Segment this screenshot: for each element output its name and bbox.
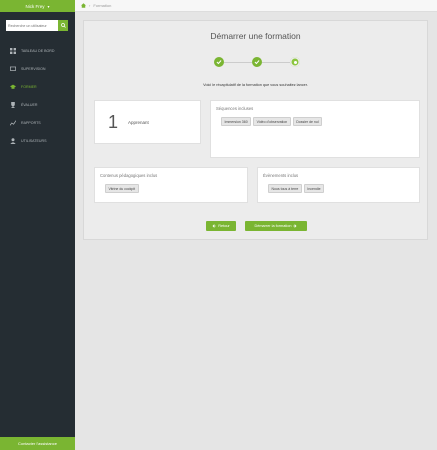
- back-button[interactable]: Retour: [206, 221, 236, 231]
- sidebar-item-label: Utilisateurs: [21, 139, 47, 143]
- search-icon: [60, 23, 66, 28]
- check-icon: [216, 60, 222, 65]
- breadcrumb: › Formation: [75, 0, 437, 12]
- events-title: Évènements inclus: [263, 173, 299, 178]
- page-title: Démarrer une formation: [210, 31, 301, 41]
- sequences-title: Séquences incluses: [216, 106, 254, 111]
- sequences-tags: Immersion 360 Vidéo d'observation Dossie…: [221, 117, 323, 126]
- user-icon: [10, 138, 16, 144]
- sidebar: Nick Frey ▾ Tableau de bord Supervision …: [0, 0, 75, 450]
- back-button-label: Retour: [218, 224, 230, 228]
- chevron-down-icon: ▾: [47, 3, 50, 9]
- sidebar-item-rapports[interactable]: Rapports: [0, 114, 75, 132]
- monitor-icon: [10, 66, 16, 71]
- trophy-icon: [11, 102, 15, 108]
- sidebar-item-former[interactable]: Former: [0, 78, 75, 96]
- start-training-panel: Démarrer une formation Voici le récapitu…: [83, 20, 428, 240]
- pedagogical-tag: Vitrine du cockpit: [105, 184, 139, 193]
- stepper-line: [224, 61, 252, 63]
- start-training-button[interactable]: Démarrer la formation: [245, 221, 307, 231]
- sequence-tag: Dossier de nul: [292, 117, 323, 126]
- check-icon: [254, 60, 260, 65]
- search-input[interactable]: [6, 20, 58, 31]
- breadcrumb-current: Formation: [93, 3, 112, 8]
- sidebar-item-supervision[interactable]: Supervision: [0, 60, 75, 78]
- arrow-right-icon: [293, 224, 297, 228]
- home-icon[interactable]: [81, 3, 86, 8]
- sidebar-item-label: Rapports: [21, 121, 41, 125]
- user-name: Nick Frey: [25, 3, 45, 9]
- event-tag: Incendie: [303, 184, 325, 193]
- learners-count: 1: [108, 112, 119, 132]
- breadcrumb-separator: ›: [89, 3, 91, 8]
- step-current-dot: [293, 60, 297, 64]
- sidebar-nav: Tableau de bord Supervision Former Évalu…: [0, 42, 75, 150]
- pedagogical-card: Contenus pédagogiques inclus Vitrine du …: [94, 167, 248, 203]
- learners-card: 1 Apprenant: [94, 100, 201, 144]
- sequence-tag: Vidéo d'observation: [253, 117, 291, 126]
- sidebar-item-label: Évaluer: [21, 103, 38, 107]
- learners-label: Apprenant: [128, 120, 149, 125]
- events-tags: Nous tous à terre Incendie: [268, 184, 325, 193]
- pedagogical-title: Contenus pédagogiques inclus: [100, 173, 158, 178]
- sidebar-item-dashboard[interactable]: Tableau de bord: [0, 42, 75, 60]
- sidebar-item-label: Supervision: [21, 67, 46, 71]
- sidebar-item-label: Former: [21, 85, 37, 89]
- step-1-completed: [214, 57, 224, 67]
- stepper-line: [262, 61, 290, 63]
- search-button[interactable]: [58, 20, 68, 31]
- recap-text: Voici le récapitulatif de la formation q…: [203, 83, 308, 87]
- events-card: Évènements inclus Nous tous à terre Ince…: [257, 167, 420, 203]
- chart-line-icon: [10, 120, 16, 126]
- arrow-left-icon: [212, 224, 216, 228]
- start-button-label: Démarrer la formation: [254, 224, 292, 228]
- sidebar-search: [6, 20, 68, 31]
- user-menu[interactable]: Nick Frey ▾: [0, 0, 75, 12]
- graduation-cap-icon: [10, 84, 16, 89]
- step-2-completed: [252, 57, 262, 67]
- sidebar-item-evaluer[interactable]: Évaluer: [0, 96, 75, 114]
- pedagogical-tags: Vitrine du cockpit: [105, 184, 139, 193]
- sequence-tag: Immersion 360: [221, 117, 252, 126]
- sequences-card: Séquences incluses Immersion 360 Vidéo d…: [210, 100, 420, 158]
- contact-support-button[interactable]: Contacter l'assistance: [0, 437, 75, 450]
- sidebar-item-label: Tableau de bord: [21, 49, 55, 53]
- progress-stepper: [214, 57, 300, 67]
- sidebar-item-utilisateurs[interactable]: Utilisateurs: [0, 132, 75, 150]
- event-tag: Nous tous à terre: [268, 184, 302, 193]
- step-3-current: [290, 57, 300, 67]
- grid-icon: [10, 48, 16, 54]
